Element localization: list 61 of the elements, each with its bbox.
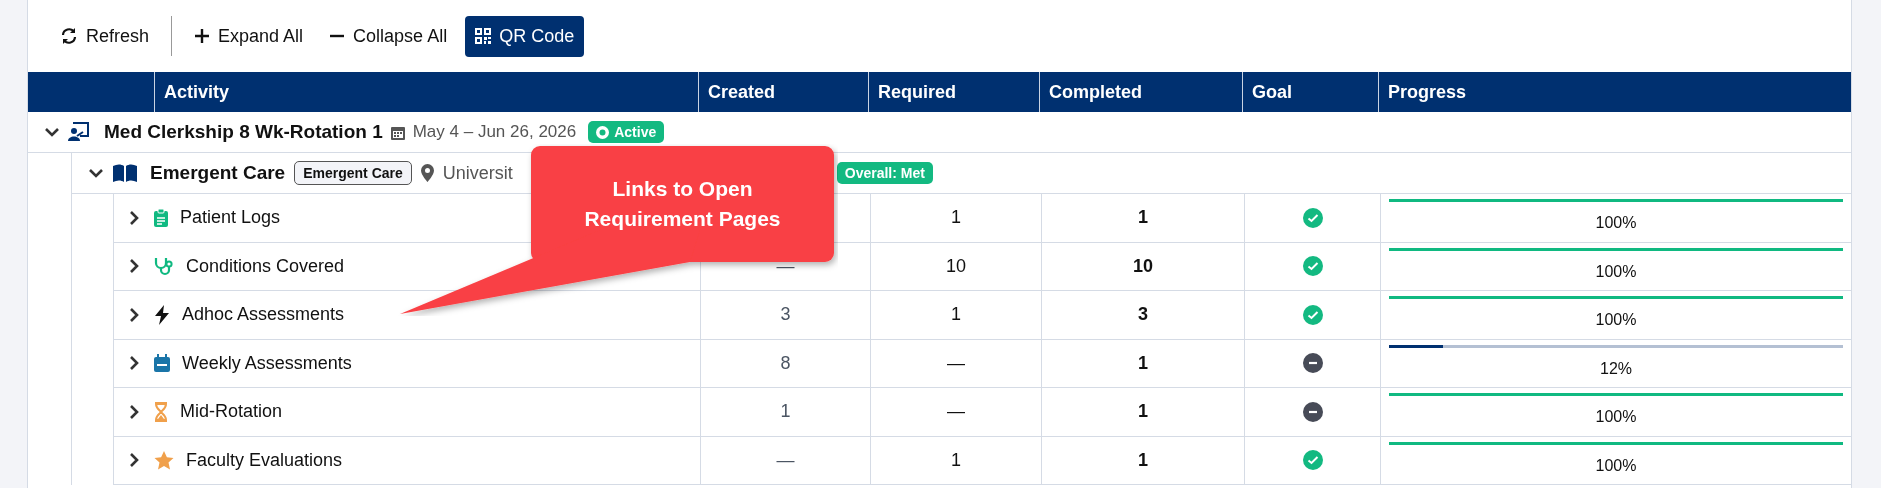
requirement-link[interactable]: Faculty Evaluations — [186, 449, 343, 471]
callout-text: Links to Open Requirement Pages — [583, 175, 782, 232]
completed-count: 10 — [1133, 255, 1153, 277]
column-header[interactable]: Completed — [1049, 81, 1142, 103]
progress-percent: 100% — [1595, 456, 1637, 475]
created-count: — — [776, 449, 795, 471]
collapse-button[interactable]: Collapse All — [321, 17, 456, 55]
completed-count: 1 — [1138, 449, 1148, 471]
lightning-icon — [154, 304, 170, 325]
required-count: 1 — [951, 449, 961, 471]
completed-count: 3 — [1138, 304, 1148, 326]
presenter-icon — [68, 122, 90, 142]
required-count: 1 — [951, 304, 961, 326]
column-header[interactable]: Required — [878, 81, 956, 103]
qr-code-icon — [475, 28, 492, 44]
status-badge: Active — [588, 121, 665, 143]
column-header[interactable]: Created — [708, 81, 776, 103]
created-count: — — [776, 255, 795, 277]
location-pin-icon — [420, 164, 434, 182]
progress-percent: 100% — [1595, 262, 1637, 281]
course-title[interactable]: Emergent Care — [150, 162, 286, 184]
status-dot-icon — [596, 125, 610, 139]
course-tag: Emergent Care — [294, 161, 412, 185]
completed-count: 1 — [1138, 401, 1148, 423]
hourglass-icon — [154, 401, 168, 422]
progress-percent: 100% — [1595, 408, 1637, 426]
progress-percent: 12% — [1600, 359, 1632, 378]
requirement-link[interactable]: Conditions Covered — [186, 255, 345, 277]
book-icon — [113, 164, 137, 182]
created-count: 3 — [780, 304, 791, 326]
calendar-icon — [154, 354, 170, 373]
required-count: — — [947, 401, 965, 423]
progress-percent: 100% — [1595, 311, 1637, 329]
stethoscope-icon — [154, 256, 174, 277]
requirement-link[interactable]: Weekly Assessments — [182, 352, 352, 374]
created-count: 1 — [780, 401, 791, 423]
expand-button[interactable]: Expand All — [186, 17, 312, 55]
required-count: — — [947, 352, 965, 374]
plus-icon — [194, 28, 211, 44]
requirement-link[interactable]: Mid-Rotation — [180, 401, 283, 423]
rotation-title[interactable]: Med Clerkship 8 Wk-Rotation 1 — [104, 121, 383, 143]
created-count: 8 — [780, 352, 791, 374]
date-range: May 4 – Jun 26, 2026 — [412, 122, 577, 142]
column-header[interactable]: Progress — [1388, 81, 1467, 103]
column-header[interactable]: Activity — [164, 81, 230, 103]
completed-count: 1 — [1138, 352, 1148, 374]
requirement-link[interactable]: Patient Logs — [180, 207, 281, 229]
location-text: Universit — [442, 162, 513, 184]
overall-status-badge: Overall: Met — [836, 162, 933, 184]
refresh-button[interactable]: Refresh — [52, 17, 158, 55]
required-count: 1 — [951, 207, 961, 229]
calendar-icon — [390, 124, 405, 140]
clipboard-icon — [154, 208, 168, 227]
column-header[interactable]: Goal — [1252, 81, 1292, 103]
refresh-icon — [60, 27, 78, 45]
requirement-link[interactable]: Adhoc Assessments — [182, 304, 345, 326]
required-count: 10 — [946, 255, 966, 277]
qr-button[interactable]: QR Code — [465, 15, 585, 57]
completed-count: 1 — [1138, 207, 1148, 229]
star-icon — [154, 450, 174, 470]
progress-percent: 100% — [1595, 214, 1637, 232]
